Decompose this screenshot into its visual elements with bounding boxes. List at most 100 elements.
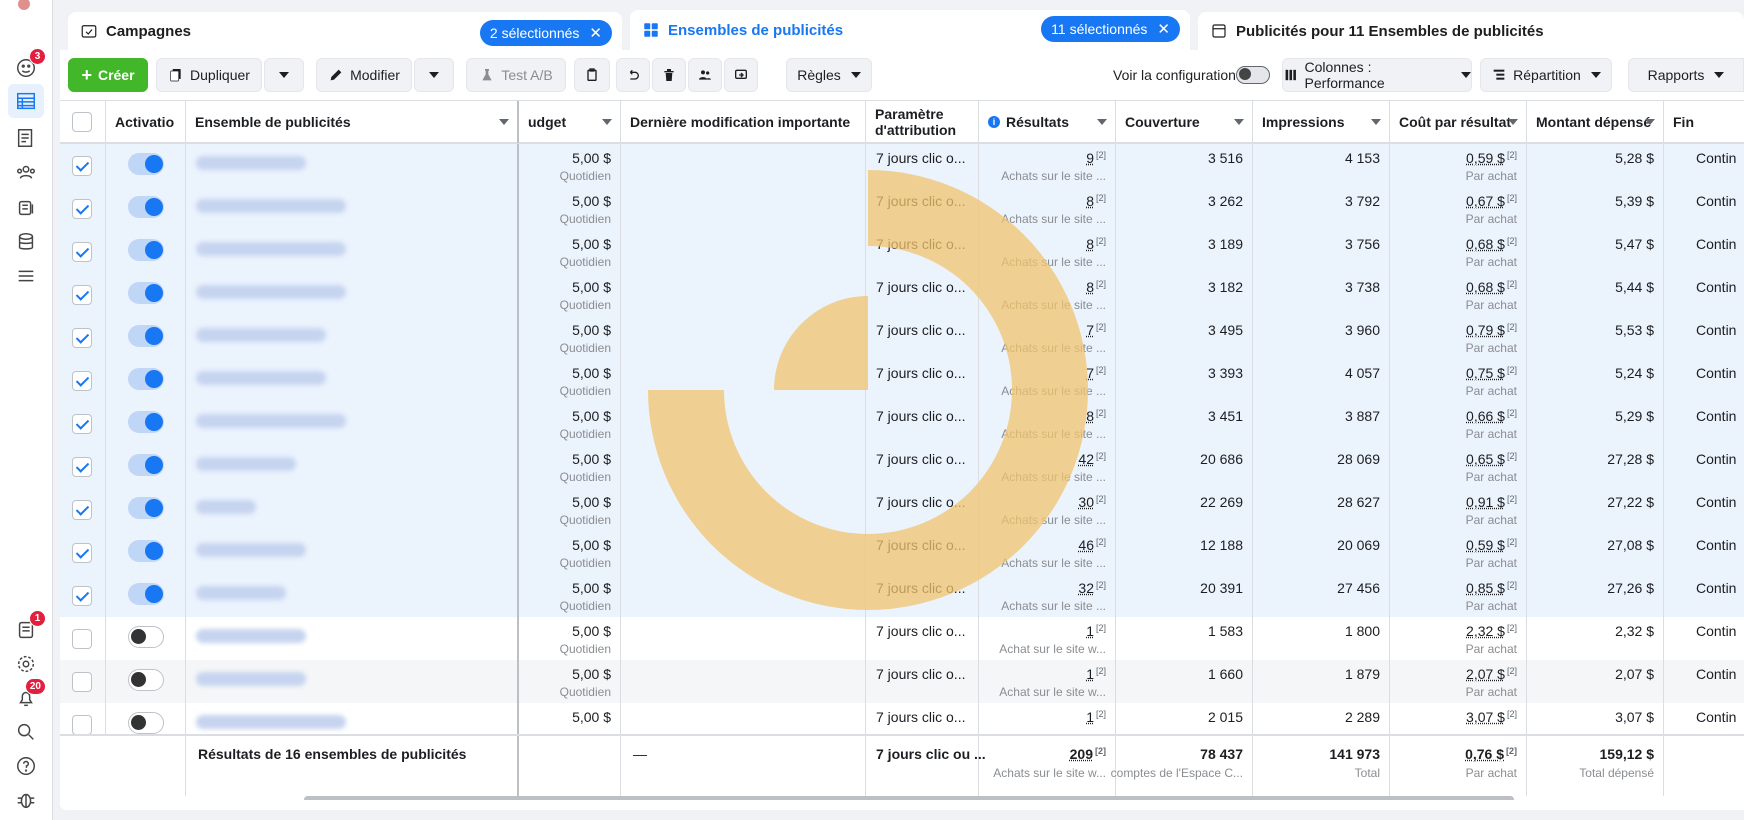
row-budget-cell[interactable]: 5,00 $ Quotidien [519, 230, 621, 273]
activation-toggle[interactable] [128, 196, 164, 218]
activation-toggle[interactable] [128, 411, 164, 433]
table-row[interactable]: 5,00 $ Quotidien 7 jours clic o... 8 [2] Acha… [60, 402, 1744, 445]
activation-toggle[interactable] [128, 368, 164, 390]
select-all-checkbox[interactable] [72, 112, 92, 132]
activation-toggle[interactable] [128, 626, 164, 648]
reports-icon[interactable] [12, 124, 40, 152]
row-adset-name-cell[interactable] [186, 230, 519, 273]
activation-toggle[interactable] [128, 325, 164, 347]
activation-toggle[interactable] [128, 239, 164, 261]
activation-toggle[interactable] [128, 454, 164, 476]
row-adset-name-cell[interactable] [186, 359, 519, 402]
row-adset-name-cell[interactable] [186, 273, 519, 316]
columns-button[interactable]: Colonnes : Performance [1282, 58, 1472, 92]
col-attribution[interactable]: Paramètre d'attribution [866, 101, 979, 143]
activation-toggle[interactable] [128, 583, 164, 605]
row-budget-cell[interactable]: 5,00 $ Quotidien [519, 574, 621, 617]
rules-button[interactable]: Règles [786, 58, 872, 92]
sort-icon[interactable] [499, 119, 509, 125]
row-budget-cell[interactable]: 5,00 $ Quotidien [519, 617, 621, 660]
row-checkbox[interactable] [72, 199, 92, 219]
sort-icon[interactable] [1097, 119, 1107, 125]
table-row[interactable]: 5,00 $ Quotidien 7 jours clic o... 8 [2] Acha… [60, 187, 1744, 230]
ab-test-button[interactable]: Test A/B [466, 58, 566, 92]
sort-icon[interactable] [1371, 119, 1381, 125]
help-icon[interactable] [12, 752, 40, 780]
campaigns-selected-pill[interactable]: 2 sélectionnés ✕ [479, 20, 612, 46]
col-adset[interactable]: Ensemble de publicités [186, 101, 519, 143]
row-adset-name-cell[interactable] [186, 531, 519, 574]
clipboard-button[interactable] [574, 58, 610, 92]
delete-button[interactable] [652, 58, 686, 92]
row-budget-cell[interactable]: 5,00 $ Quotidien [519, 187, 621, 230]
col-cost[interactable]: Coût par résultat [1390, 101, 1527, 143]
reports-button[interactable]: Rapports [1628, 58, 1744, 92]
col-activation[interactable]: Activatio [106, 101, 186, 143]
row-budget-cell[interactable]: 5,00 $ Quotidien [519, 445, 621, 488]
table-row[interactable]: 5,00 $ Quotidien 7 jours clic o... 8 [2] Acha… [60, 230, 1744, 273]
row-adset-name-cell[interactable] [186, 617, 519, 660]
search-icon[interactable] [12, 718, 40, 746]
sort-icon[interactable] [1508, 119, 1518, 125]
sort-icon[interactable] [1645, 119, 1655, 125]
activation-toggle[interactable] [128, 282, 164, 304]
undo-button[interactable] [616, 58, 650, 92]
audiences-icon[interactable] [12, 158, 40, 186]
notifications-icon[interactable]: 20 [12, 678, 46, 712]
tab-campaigns[interactable]: Campagnes 2 sélectionnés ✕ [68, 12, 622, 50]
table-row[interactable]: 5,00 $ Quotidien 7 jours clic o... 42 [2] Ach… [60, 445, 1744, 488]
table-row[interactable]: 5,00 $ Quotidien 7 jours clic o... 30 [2] Ach… [60, 488, 1744, 531]
table-row[interactable]: 5,00 $ Quotidien 7 jours clic o... 46 [2] Ach… [60, 531, 1744, 574]
sort-icon[interactable] [602, 119, 612, 125]
activation-toggle[interactable] [128, 540, 164, 562]
menu-icon[interactable] [12, 262, 40, 290]
row-adset-name-cell[interactable] [186, 316, 519, 359]
row-checkbox[interactable] [72, 500, 92, 520]
settings-icon[interactable] [12, 650, 40, 678]
ads-manager-icon[interactable] [8, 84, 44, 118]
table-row[interactable]: 5,00 $ Quotidien 7 jours clic o... 8 [2] Acha… [60, 273, 1744, 316]
row-budget-cell[interactable]: 5,00 $ Quotidien [519, 488, 621, 531]
row-budget-cell[interactable]: 5,00 $ Quotidien [519, 531, 621, 574]
tab-adsets[interactable]: Ensembles de publicités 11 sélectionnés ✕ [630, 10, 1190, 50]
col-last-modification[interactable]: Dernière modification importante [621, 101, 866, 143]
row-checkbox[interactable] [72, 586, 92, 606]
row-checkbox[interactable] [72, 328, 92, 348]
col-budget[interactable]: udget [519, 101, 621, 143]
row-checkbox[interactable] [72, 543, 92, 563]
creative-icon[interactable] [12, 194, 40, 222]
adsets-selected-pill[interactable]: 11 sélectionnés ✕ [1041, 16, 1180, 42]
bug-report-icon[interactable] [12, 786, 40, 814]
table-row[interactable]: 5,00 $ Quotidien 7 jours clic o... 1 [2] Acha… [60, 617, 1744, 660]
duplicate-dropdown[interactable] [264, 58, 304, 92]
row-checkbox[interactable] [72, 715, 92, 735]
home-icon[interactable]: 3 [12, 48, 46, 82]
close-icon[interactable]: ✕ [1157, 20, 1170, 38]
edit-button[interactable]: Modifier [316, 58, 412, 92]
tab-ads[interactable]: Publicités pour 11 Ensembles de publicit… [1198, 12, 1744, 50]
table-row[interactable]: 5,00 $ Quotidien 7 jours clic o... 7 [2] Acha… [60, 316, 1744, 359]
table-row[interactable]: 5,00 $ Quotidien 7 jours clic o... 7 [2] Acha… [60, 359, 1744, 402]
close-icon[interactable]: ✕ [589, 24, 602, 42]
row-adset-name-cell[interactable] [186, 144, 519, 187]
col-impressions[interactable]: Impressions [1253, 101, 1390, 143]
billing-icon[interactable] [12, 228, 40, 256]
info-icon[interactable]: i [988, 116, 1000, 128]
row-budget-cell[interactable]: 5,00 $ Quotidien [519, 316, 621, 359]
breakdown-button[interactable]: Répartition [1480, 58, 1612, 92]
row-checkbox[interactable] [72, 242, 92, 262]
row-checkbox[interactable] [72, 457, 92, 477]
row-adset-name-cell[interactable] [186, 445, 519, 488]
share-button[interactable] [724, 58, 758, 92]
edit-dropdown[interactable] [414, 58, 454, 92]
col-reach[interactable]: Couverture [1116, 101, 1253, 143]
col-end[interactable]: Fin [1664, 101, 1744, 143]
row-checkbox[interactable] [72, 285, 92, 305]
row-budget-cell[interactable]: 5,00 $ Quotidien [519, 273, 621, 316]
activation-toggle[interactable] [128, 153, 164, 175]
row-adset-name-cell[interactable] [186, 660, 519, 703]
activation-toggle[interactable] [128, 669, 164, 691]
row-checkbox[interactable] [72, 156, 92, 176]
activation-toggle[interactable] [128, 712, 164, 734]
account-logo-icon[interactable] [14, 0, 34, 14]
